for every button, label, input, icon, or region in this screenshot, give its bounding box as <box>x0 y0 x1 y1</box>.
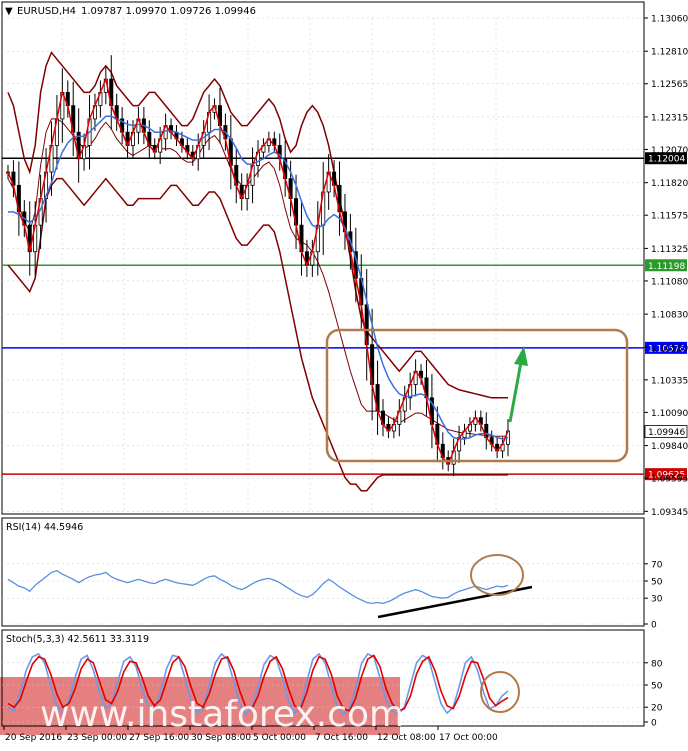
ohlc-values: 1.09787 1.09970 1.09726 1.09946 <box>81 6 256 17</box>
bollinger-lower <box>7 177 508 492</box>
price-tick-label: 1.12565 <box>651 80 688 90</box>
rsi-tick-label: 30 <box>651 595 663 605</box>
rsi-annotation-circle <box>470 554 524 596</box>
price-tick-label: 1.12315 <box>651 113 688 123</box>
rsi-title: RSI(14) 44.5946 <box>6 522 83 533</box>
rsi-trendline <box>377 585 533 619</box>
price-tick-label: 1.10335 <box>651 376 688 386</box>
rsi-grid <box>2 563 644 625</box>
stoch-annotation-circle <box>480 671 520 713</box>
dropdown-triangle-icon[interactable]: ▼ <box>5 6 13 17</box>
price-tick-label: 1.12810 <box>651 48 688 58</box>
stoch-axis: 80 50 20 0 <box>644 659 663 729</box>
stoch-tick-label: 80 <box>651 659 663 669</box>
rsi-tick-label: 50 <box>651 578 663 588</box>
price-tick-label: 1.12070 <box>651 146 688 156</box>
price-tick-label: 1.13060 <box>651 15 688 25</box>
bollinger-bands <box>7 51 508 492</box>
price-tick-label: 1.09345 <box>651 508 688 518</box>
moving-averages <box>7 76 509 466</box>
price-tick-label: 1.09595 <box>651 475 688 485</box>
rsi-series <box>7 569 509 605</box>
rsi-axis: 70 50 30 0 <box>644 560 663 631</box>
bollinger-upper <box>7 51 508 399</box>
eurusd-h4-chart: 1.12004 1.11198 1.10576 1.09625 1.09946 1.13… <box>0 0 688 747</box>
stoch-tick-label: 20 <box>651 704 663 714</box>
level-price-label: 1.12004 <box>648 155 685 165</box>
stoch-tick-label: 0 <box>651 719 657 729</box>
stoch-tick-label: 50 <box>651 682 663 692</box>
current-price-label: 1.09946 <box>648 428 685 438</box>
price-tick-label: 1.11575 <box>651 212 688 222</box>
price-tick-label: 1.11820 <box>651 179 688 189</box>
bullish-arrow-shaft <box>508 361 523 423</box>
price-tick-label: 1.10580 <box>651 344 688 354</box>
stoch-title: Stoch(5,3,3) 42.5611 33.3119 <box>6 634 149 645</box>
rsi-line <box>7 569 509 605</box>
symbol-timeframe: EURUSD,H4 <box>17 6 76 17</box>
price-tick-label: 1.09840 <box>651 442 688 452</box>
rsi-pane-frame <box>1 517 645 627</box>
price-tick-label: 1.10830 <box>651 311 688 321</box>
price-tick-label: 1.11325 <box>651 245 688 255</box>
time-tick-label: 17 Oct 00:00 <box>439 733 498 743</box>
rsi-tick-label: 0 <box>651 621 657 631</box>
level-price-label: 1.11198 <box>648 262 685 272</box>
price-tick-label: 1.11080 <box>651 277 688 287</box>
watermark-text: www.instaforex.com <box>40 694 404 735</box>
price-tick-label: 1.10090 <box>651 409 688 419</box>
bullish-arrow-head <box>514 346 528 366</box>
chart-canvas: 1.120041.111981.105761.096251.09946 1.13… <box>0 1 688 743</box>
rsi-tick-label: 70 <box>651 560 663 570</box>
